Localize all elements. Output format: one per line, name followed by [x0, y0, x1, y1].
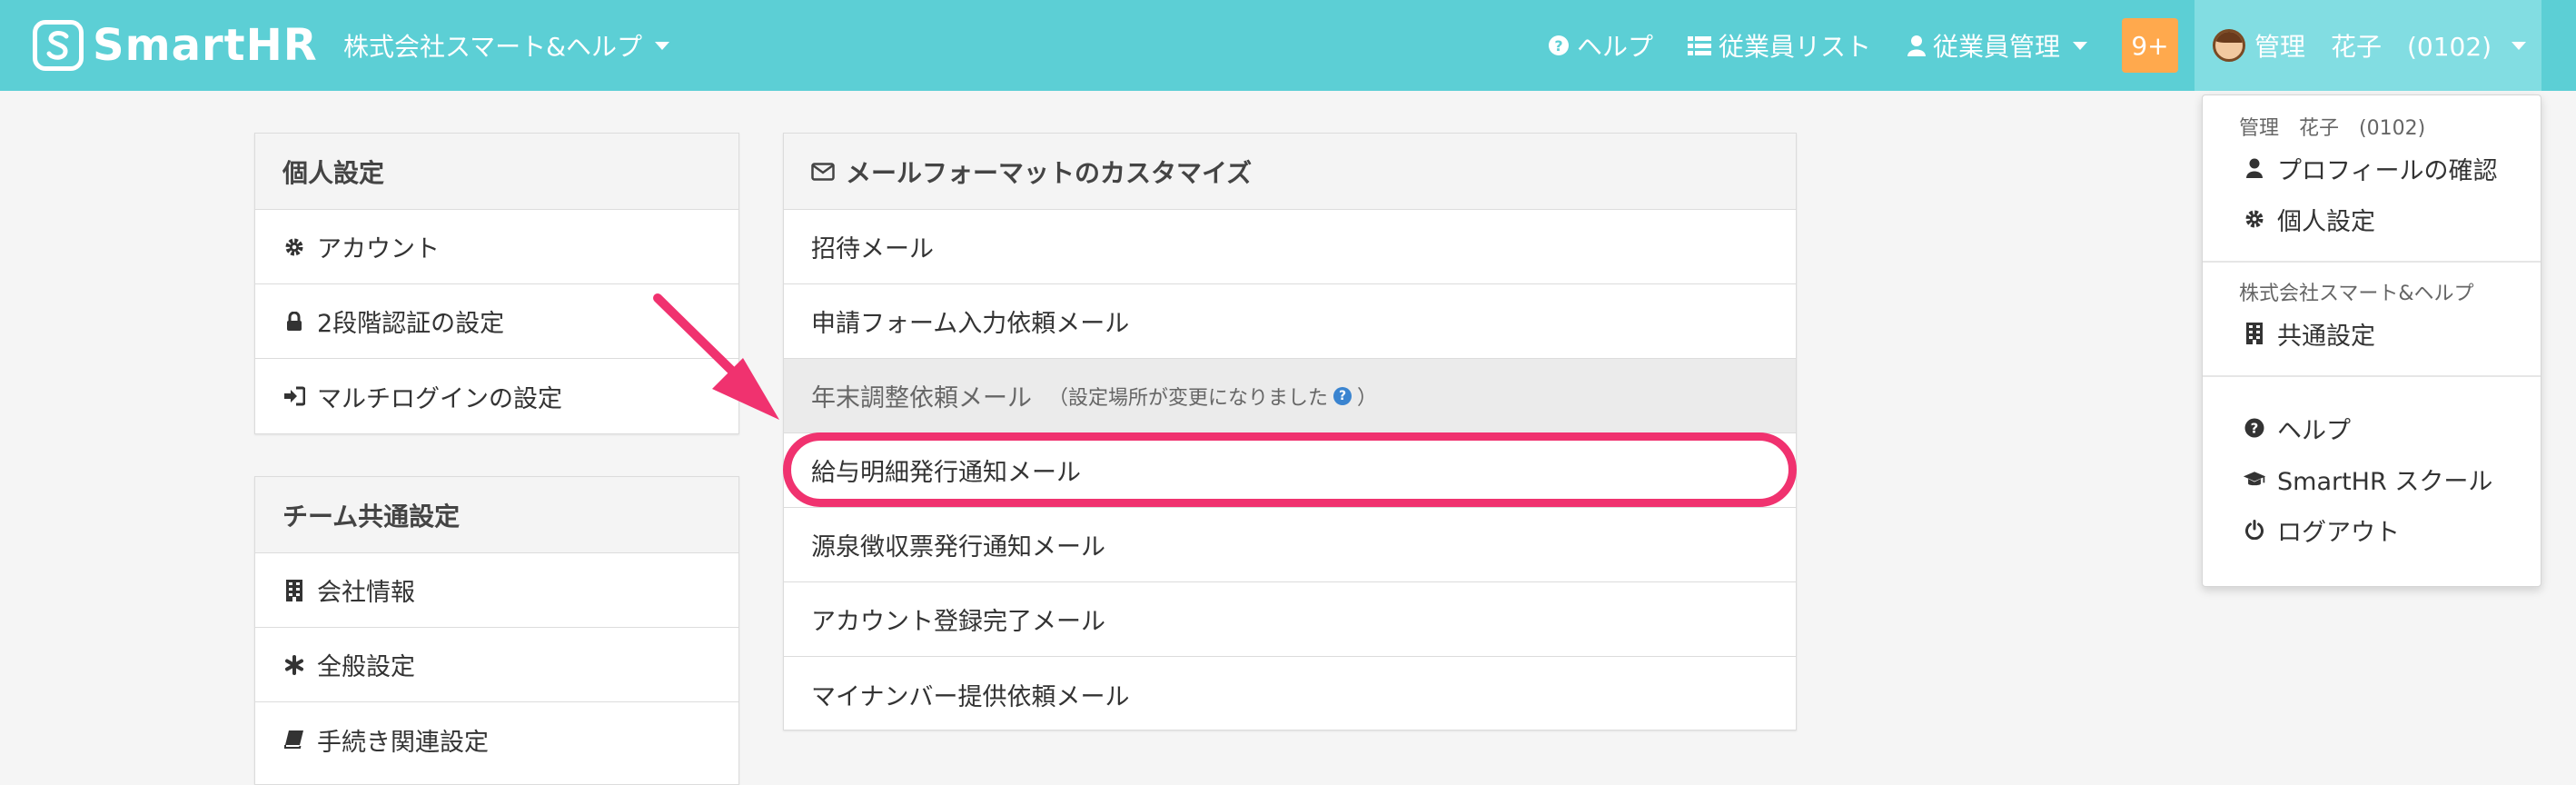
user-dropdown-menu: 管理 花子 (0102) プロフィールの確認 個人設定 株式会社スマート&ヘルプ… [2202, 94, 2541, 587]
company-name: 株式会社スマート&ヘルプ [343, 32, 642, 62]
sign-in-icon [282, 386, 306, 406]
menu-item-common-settings[interactable]: 共通設定 [2203, 308, 2541, 359]
mail-item-label: 招待メール [811, 235, 934, 263]
menu-item-label: 個人設定 [2277, 207, 2375, 236]
mail-item-invite[interactable]: 招待メール [784, 210, 1796, 284]
book-icon [282, 730, 306, 750]
smarthr-logo-mark-icon [33, 20, 84, 71]
help-icon[interactable]: ? [1333, 386, 1352, 405]
building-icon [2243, 323, 2266, 344]
nav-help[interactable]: ? ヘルプ [1548, 27, 1653, 64]
mail-item-label: 年末調整依頼メール [811, 384, 1032, 412]
dropdown-company-section: 株式会社スマート&ヘルプ 共通設定 [2203, 263, 2541, 377]
panel-title: メールフォーマットのカスタマイズ [846, 157, 1253, 188]
mail-item-label: 申請フォーム入力依頼メール [811, 310, 1130, 338]
settings-item-account[interactable]: アカウント [255, 210, 738, 284]
settings-item-label: 2段階認証の設定 [317, 310, 505, 338]
mail-format-panel: メールフォーマットのカスタマイズ 招待メール 申請フォーム入力依頼メール 年末調… [783, 133, 1797, 730]
question-circle-icon: ? [1548, 35, 1570, 56]
menu-item-label: ヘルプ [2277, 416, 2351, 445]
graduation-cap-icon [2243, 469, 2266, 489]
settings-item-label: 全般設定 [317, 653, 415, 681]
mail-item-payslip-notice[interactable]: 給与明細発行通知メール [784, 433, 1796, 508]
menu-item-smarthr-school[interactable]: SmartHR スクール [2203, 453, 2541, 504]
mail-item-year-end-adjustment: 年末調整依頼メール （設定場所が変更になりました ? ） [784, 359, 1796, 433]
settings-item-company-info[interactable]: 会社情報 [255, 553, 738, 628]
caret-down-icon [2073, 41, 2088, 50]
list-icon [1688, 35, 1711, 56]
mail-item-label: 給与明細発行通知メール [811, 459, 1081, 487]
menu-item-personal-settings[interactable]: 個人設定 [2203, 194, 2541, 244]
panel-header: メールフォーマットのカスタマイズ [784, 134, 1796, 210]
gear-icon [2243, 209, 2266, 229]
menu-item-label: 共通設定 [2277, 322, 2375, 351]
top-navbar: SmartHR 株式会社スマート&ヘルプ ? ヘルプ 従業員リスト 従業員管理 … [0, 0, 2576, 91]
user-icon [1907, 35, 1926, 56]
nav-employee-list[interactable]: 従業員リスト [1688, 27, 1871, 64]
mail-item-application-form[interactable]: 申請フォーム入力依頼メール [784, 284, 1796, 359]
settings-item-label: 手続き関連設定 [317, 728, 489, 757]
dropdown-company-header: 株式会社スマート&ヘルプ [2239, 283, 2474, 305]
settings-item-label: マルチログインの設定 [317, 384, 562, 413]
mail-item-account-registered[interactable]: アカウント登録完了メール [784, 582, 1796, 657]
menu-item-label: SmartHR スクール [2277, 467, 2493, 496]
question-circle-icon: ? [2243, 418, 2266, 438]
asterisk-icon [282, 654, 306, 675]
user-name: 管理 花子 (0102) [2254, 32, 2492, 62]
smarthr-logo[interactable]: SmartHR [33, 20, 318, 71]
avatar [2213, 29, 2245, 62]
relocation-note-end: ） [1357, 386, 1378, 410]
company-switcher[interactable]: 株式会社スマート&ヘルプ [343, 27, 669, 64]
team-settings-panel: チーム共通設定 会社情報 全般設定 手続き関連設定 [254, 476, 739, 785]
dropdown-user-header: 管理 花子 (0102) [2239, 117, 2426, 140]
menu-item-logout[interactable]: ログアウト [2203, 504, 2541, 555]
mail-item-withholding-slip-notice[interactable]: 源泉徴収票発行通知メール [784, 508, 1796, 582]
settings-item-label: 会社情報 [317, 579, 415, 607]
dropdown-other-section: ? ヘルプ SmartHR スクール ログアウト [2203, 377, 2541, 571]
power-icon [2243, 520, 2266, 540]
menu-item-help[interactable]: ? ヘルプ [2203, 402, 2541, 453]
building-icon [282, 579, 306, 601]
dropdown-user-section: 管理 花子 (0102) プロフィールの確認 個人設定 [2203, 95, 2541, 263]
lock-icon [282, 311, 306, 332]
svg-text:?: ? [1554, 37, 1562, 55]
menu-item-label: ログアウト [2277, 518, 2400, 547]
settings-item-procedures[interactable]: 手続き関連設定 [255, 702, 738, 777]
mail-item-label: マイナンバー提供依頼メール [811, 682, 1130, 711]
logo-text: SmartHR [93, 20, 318, 71]
notification-badge[interactable]: 9+ [2122, 18, 2178, 73]
mail-item-my-number-request[interactable]: マイナンバー提供依頼メール [784, 657, 1796, 731]
svg-text:?: ? [2251, 421, 2259, 437]
relocation-note: （設定場所が変更になりました ? ） [1048, 382, 1377, 411]
mail-item-label: アカウント登録完了メール [811, 608, 1105, 636]
caret-down-icon [2512, 41, 2527, 50]
nav-employee-manage-label: 従業員管理 [1933, 32, 2061, 62]
nav-help-label: ヘルプ [1577, 32, 1654, 62]
relocation-note-text: （設定場所が変更になりました [1048, 386, 1329, 410]
user-icon [2243, 158, 2266, 178]
menu-item-profile[interactable]: プロフィールの確認 [2203, 143, 2541, 194]
menu-item-label: プロフィールの確認 [2277, 156, 2498, 185]
nav-employee-manage[interactable]: 従業員管理 [1907, 27, 2088, 64]
panel-title: チーム共通設定 [255, 477, 738, 553]
panel-title: 個人設定 [255, 134, 738, 210]
mail-item-label: 源泉徴収票発行通知メール [811, 533, 1105, 561]
caret-down-icon [655, 41, 669, 50]
user-menu-toggle[interactable]: 管理 花子 (0102) [2195, 0, 2541, 91]
settings-item-label: アカウント [317, 235, 440, 263]
pointer-arrow [653, 293, 779, 420]
settings-item-general[interactable]: 全般設定 [255, 628, 738, 702]
nav-employee-list-label: 従業員リスト [1719, 32, 1872, 62]
envelope-icon [811, 162, 835, 181]
gear-icon [282, 237, 306, 257]
